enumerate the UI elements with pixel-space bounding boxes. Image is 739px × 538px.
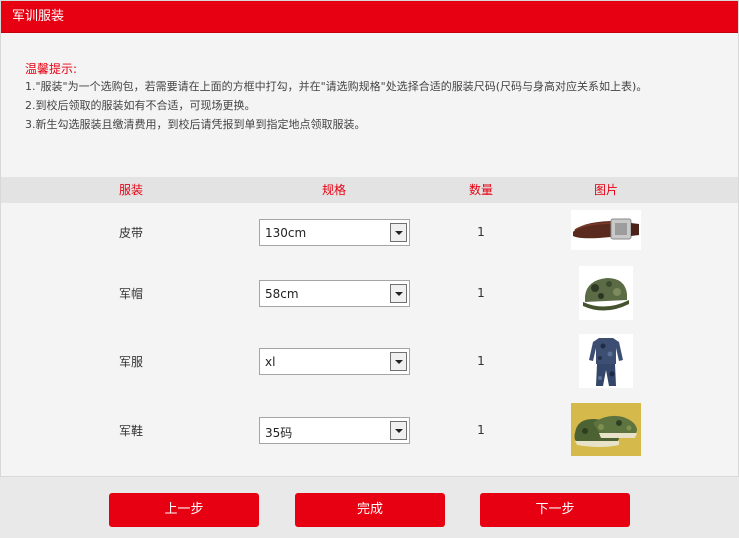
chevron-down-icon[interactable] — [390, 421, 407, 440]
chevron-down-icon[interactable] — [390, 223, 407, 242]
spec-select[interactable]: 130cm — [259, 219, 410, 246]
table-row: 军服 xl 1 — [1, 327, 738, 395]
previous-step-button[interactable]: 上一步 — [109, 493, 259, 527]
tip-item: 2.到校后领取的服装如有不合适，可现场更换。 — [25, 99, 256, 112]
belt-image — [571, 210, 641, 250]
clothing-panel: 军训服装 温馨提示: 1."服装"为一个选购包，若需要请在上面的方框中打勾，并在… — [0, 0, 739, 477]
spec-select[interactable]: xl — [259, 348, 410, 375]
item-name: 皮带 — [118, 225, 143, 240]
tips-section: 温馨提示: 1."服装"为一个选购包，若需要请在上面的方框中打勾，并在"请选购规… — [25, 62, 665, 138]
item-quantity: 1 — [477, 423, 485, 437]
item-name: 军服 — [118, 354, 143, 369]
title-bar: 军训服装 — [1, 1, 738, 33]
spec-select-value: 35码 — [265, 426, 293, 440]
table-row: 军鞋 35码 1 — [1, 396, 738, 464]
page-title: 军训服装 — [12, 9, 65, 24]
table-row: 军帽 58cm 1 — [1, 259, 738, 327]
table-row: 皮带 130cm 1 — [1, 198, 738, 266]
tips-title: 温馨提示: — [25, 62, 78, 76]
spec-select[interactable]: 58cm — [259, 280, 410, 307]
tip-item: 1."服装"为一个选购包，若需要请在上面的方框中打勾，并在"请选购规格"处选择合… — [25, 80, 648, 93]
chevron-down-icon[interactable] — [390, 352, 407, 371]
spec-select-value: 130cm — [265, 226, 307, 240]
item-quantity: 1 — [477, 286, 485, 300]
item-name: 军鞋 — [118, 423, 143, 438]
camo-cap-image — [579, 266, 633, 320]
next-step-button[interactable]: 下一步 — [480, 493, 630, 527]
spec-select-value: 58cm — [265, 287, 299, 301]
item-name: 军帽 — [118, 286, 143, 301]
spec-select-value: xl — [265, 355, 276, 369]
chevron-down-icon[interactable] — [390, 284, 407, 303]
finish-button[interactable]: 完成 — [295, 493, 445, 527]
camo-shoes-image — [571, 403, 641, 456]
tip-item: 3.新生勾选服装且缴清费用，到校后请凭报到单到指定地点领取服装。 — [25, 118, 366, 131]
camo-uniform-image — [579, 334, 633, 388]
item-quantity: 1 — [477, 354, 485, 368]
spec-select[interactable]: 35码 — [259, 417, 410, 444]
item-quantity: 1 — [477, 225, 485, 239]
